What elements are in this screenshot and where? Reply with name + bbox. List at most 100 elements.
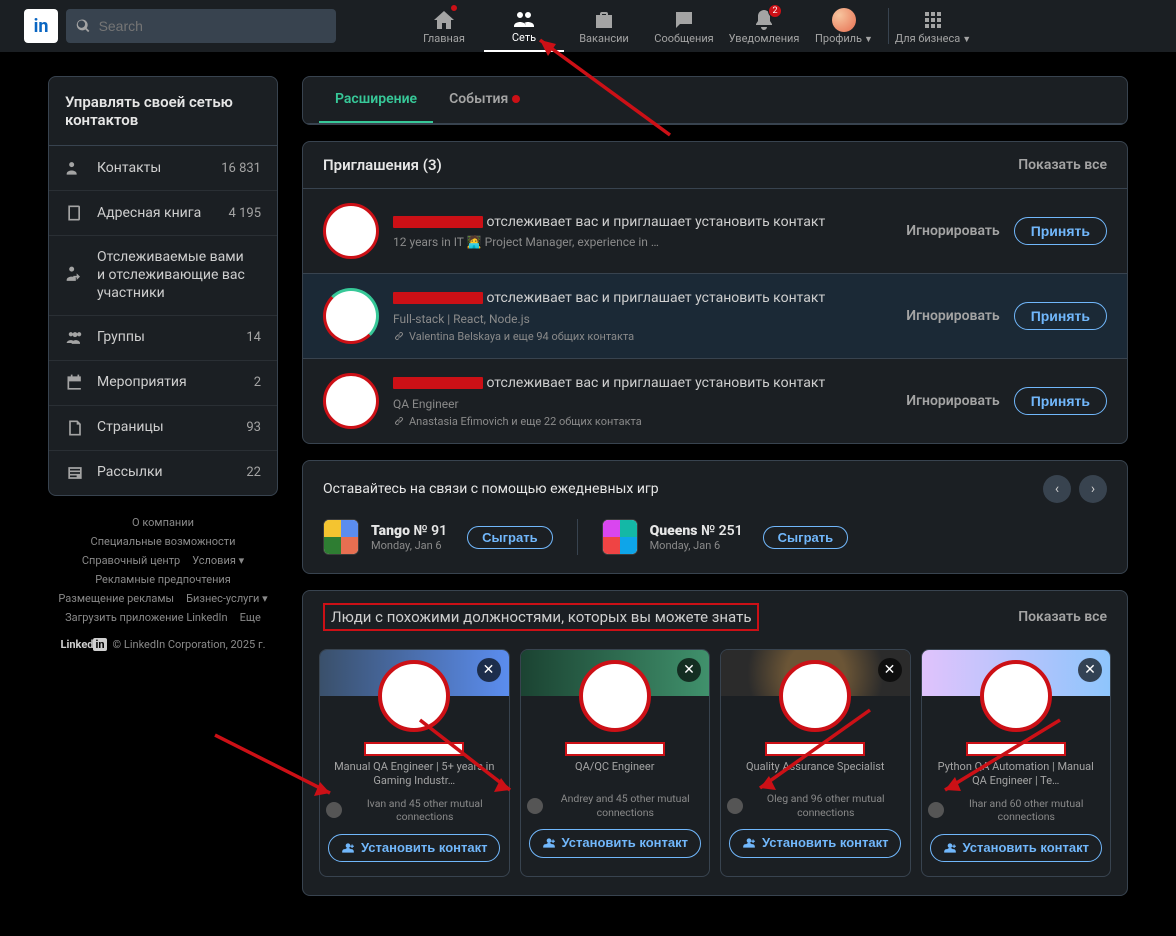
person-avatar[interactable] bbox=[980, 660, 1052, 732]
dismiss-button[interactable]: ✕ bbox=[1078, 658, 1102, 682]
people-title: Люди с похожими должностями, которых вы … bbox=[323, 603, 759, 631]
message-icon bbox=[672, 8, 696, 32]
tab-badge bbox=[512, 95, 520, 103]
redacted-name bbox=[565, 742, 665, 756]
accept-button[interactable]: Принять bbox=[1014, 217, 1107, 245]
dismiss-button[interactable]: ✕ bbox=[677, 658, 701, 682]
sidebar-item-label: Отслеживаемые вами и отслеживающие вас у… bbox=[97, 248, 249, 303]
sidebar-footer: О компании Специальные возможности Справоч… bbox=[48, 512, 278, 651]
nav-home[interactable]: Главная bbox=[404, 0, 484, 52]
connect-button[interactable]: Установить контакт bbox=[328, 834, 500, 862]
connect-icon bbox=[943, 841, 957, 855]
sidebar-item[interactable]: Группы 14 bbox=[49, 316, 277, 361]
connect-icon bbox=[542, 836, 556, 850]
redacted-name bbox=[966, 742, 1066, 756]
nav-messaging[interactable]: Сообщения bbox=[644, 0, 724, 52]
games-title: Оставайтесь на связи с помощью ежедневны… bbox=[323, 481, 659, 497]
sidebar-item[interactable]: Страницы 93 bbox=[49, 406, 277, 451]
footer-link[interactable]: Еще bbox=[240, 611, 261, 624]
top-nav: in Главная Сеть Вакансии Сообщения 2 Уве… bbox=[0, 0, 1176, 52]
footer-link[interactable]: Рекламные предпочтения bbox=[95, 573, 231, 586]
play-button[interactable]: Сыграть bbox=[763, 526, 848, 549]
tab[interactable]: Расширение bbox=[319, 77, 433, 123]
sidebar-item[interactable]: Отслеживаемые вами и отслеживающие вас у… bbox=[49, 236, 277, 316]
nav-items: Главная Сеть Вакансии Сообщения 2 Уведом… bbox=[404, 0, 973, 52]
game-item: Tango № 91 Monday, Jan 6 Сыграть bbox=[323, 519, 577, 555]
mutual-avatar-icon bbox=[527, 798, 543, 814]
copyright-text: © LinkedIn Corporation, 2025 г. bbox=[113, 638, 266, 651]
footer-link[interactable]: Специальные возможности bbox=[91, 535, 236, 548]
person-avatar[interactable] bbox=[378, 660, 450, 732]
redacted-name bbox=[364, 742, 464, 756]
sidebar-item-label: Адресная книга bbox=[97, 204, 217, 222]
invitation-subtitle: 12 years in IT 🧑‍💻 Project Manager, expe… bbox=[393, 235, 892, 249]
ignore-button[interactable]: Игнорировать bbox=[906, 308, 999, 324]
tabs-card: РасширениеСобытия bbox=[302, 76, 1128, 125]
people-icon bbox=[512, 7, 536, 31]
avatar-icon bbox=[832, 8, 856, 32]
games-prev[interactable]: ‹ bbox=[1043, 475, 1071, 503]
person-card: ✕ Manual QA Engineer | 5+ years in Gamin… bbox=[319, 649, 510, 877]
invitation-text: отслеживает вас и приглашает установить … bbox=[393, 289, 892, 308]
sidebar-item-count: 14 bbox=[246, 330, 261, 345]
people-icon bbox=[65, 158, 85, 178]
sidebar-item[interactable]: Рассылки 22 bbox=[49, 451, 277, 495]
search-input[interactable] bbox=[99, 18, 326, 34]
invitation-item: отслеживает вас и приглашает установить … bbox=[303, 188, 1127, 273]
calendar-icon bbox=[65, 373, 85, 393]
person-title: Python QA Automation | Manual QA Enginee… bbox=[922, 756, 1111, 789]
people-show-all[interactable]: Показать все bbox=[1018, 609, 1107, 625]
linkedin-logo[interactable]: in bbox=[24, 9, 58, 43]
footer-link[interactable]: Размещение рекламы bbox=[58, 592, 174, 605]
play-button[interactable]: Сыграть bbox=[467, 526, 552, 549]
games-card: Оставайтесь на связи с помощью ежедневны… bbox=[302, 460, 1128, 574]
person-avatar[interactable] bbox=[579, 660, 651, 732]
connect-button[interactable]: Установить контакт bbox=[729, 829, 901, 857]
nav-profile[interactable]: Профиль▼ bbox=[804, 0, 884, 52]
invitation-subtitle: QA Engineer bbox=[393, 397, 892, 411]
sidebar-item[interactable]: Мероприятия 2 bbox=[49, 361, 277, 406]
footer-link[interactable]: Бизнес-услуги ▾ bbox=[186, 592, 268, 605]
footer-link[interactable]: Загрузить приложение LinkedIn bbox=[65, 611, 227, 624]
footer-link[interactable]: Условия ▾ bbox=[192, 554, 244, 567]
nav-notifications[interactable]: 2 Уведомления bbox=[724, 0, 804, 52]
nav-network[interactable]: Сеть bbox=[484, 0, 564, 52]
ignore-button[interactable]: Игнорировать bbox=[906, 393, 999, 409]
invitation-subtitle: Full-stack | React, Node.js bbox=[393, 312, 892, 326]
grid-icon bbox=[921, 8, 945, 32]
accept-button[interactable]: Принять bbox=[1014, 302, 1107, 330]
person-avatar[interactable] bbox=[779, 660, 851, 732]
connect-button[interactable]: Установить контакт bbox=[529, 829, 701, 857]
invitation-avatar[interactable] bbox=[323, 203, 379, 259]
nav-label: Для бизнеса▼ bbox=[895, 32, 971, 45]
invitation-avatar[interactable] bbox=[323, 288, 379, 344]
ignore-button[interactable]: Игнорировать bbox=[906, 223, 999, 239]
link-icon bbox=[393, 330, 405, 342]
redacted-name bbox=[393, 292, 483, 304]
nav-label: Сообщения bbox=[654, 32, 713, 45]
book-icon bbox=[65, 203, 85, 223]
nav-home-badge bbox=[450, 4, 458, 12]
dismiss-button[interactable]: ✕ bbox=[878, 658, 902, 682]
nav-jobs[interactable]: Вакансии bbox=[564, 0, 644, 52]
tab[interactable]: События bbox=[433, 77, 536, 123]
person-title: Manual QA Engineer | 5+ years in Gaming … bbox=[320, 756, 509, 789]
invitation-avatar[interactable] bbox=[323, 373, 379, 429]
games-next[interactable]: › bbox=[1079, 475, 1107, 503]
footer-link[interactable]: Справочный центр bbox=[82, 554, 180, 567]
connect-button[interactable]: Установить контакт bbox=[930, 834, 1102, 862]
follow-icon bbox=[65, 265, 85, 285]
sidebar-item[interactable]: Контакты 16 831 bbox=[49, 146, 277, 191]
game-date: Monday, Jan 6 bbox=[371, 539, 447, 552]
dismiss-button[interactable]: ✕ bbox=[477, 658, 501, 682]
accept-button[interactable]: Принять bbox=[1014, 387, 1107, 415]
invitations-show-all[interactable]: Показать все bbox=[1018, 157, 1107, 173]
nav-label: Профиль▼ bbox=[815, 32, 873, 45]
sidebar-item[interactable]: Адресная книга 4 195 bbox=[49, 191, 277, 236]
footer-link[interactable]: О компании bbox=[132, 516, 194, 529]
people-card: Люди с похожими должностями, которых вы … bbox=[302, 590, 1128, 896]
nav-business[interactable]: Для бизнеса▼ bbox=[893, 0, 973, 52]
game-title: Queens № 251 bbox=[650, 523, 743, 539]
briefcase-icon bbox=[592, 8, 616, 32]
search-box[interactable] bbox=[66, 9, 336, 43]
